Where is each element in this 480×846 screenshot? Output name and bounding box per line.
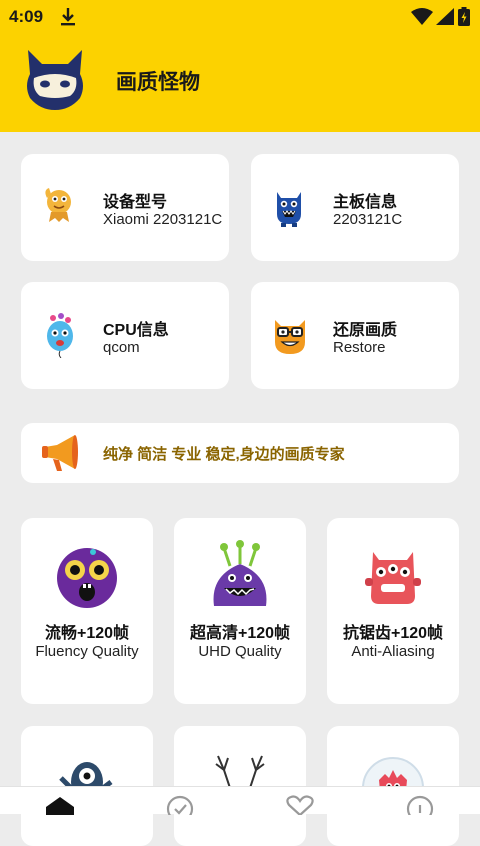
info-card-title: 还原画质 [333,322,398,339]
mode-title: 流畅+120帧 [44,625,130,642]
info-card-value: qcom [103,339,140,356]
red-three-eyed-monster-icon [359,540,427,615]
device-model-card[interactable]: 设备型号 Xiaomi 2203121C [21,154,229,261]
cpu-info-card[interactable]: CPU信息 qcom [21,282,229,389]
battery-icon [458,7,470,31]
slogan-text: 纯净 简洁 专业 稳定,身边的画质专家 [103,446,345,463]
info-card-value: 2203121C [333,211,403,228]
balloon-monster-icon [39,312,79,363]
monster-logo-icon [20,42,90,117]
status-bar: 4:09 [0,0,480,34]
nerd-monster-icon [269,312,311,361]
fluency-quality-card[interactable]: 流畅+120帧 Fluency Quality [21,518,153,704]
antenna-monster-icon [206,540,274,615]
bottom-navigation [0,786,480,823]
home-icon[interactable] [45,795,75,820]
info-card-value: Restore [333,339,386,356]
app-title: 画质怪物 [116,71,200,94]
app-header: 画质怪物 [0,34,480,132]
info-card-title: CPU信息 [103,322,169,339]
mode-subtitle: Anti-Aliasing [351,643,435,660]
info-icon[interactable] [405,795,435,823]
wifi-icon [411,8,433,30]
check-circle-icon[interactable] [165,795,195,823]
signal-icon [436,8,454,30]
blue-monster-icon [269,184,309,233]
info-card-title: 设备型号 [103,194,168,211]
info-card-title: 主板信息 [333,194,398,211]
dragon-monster-icon [39,184,79,229]
megaphone-icon [39,431,83,480]
download-icon [60,7,76,32]
mode-subtitle: Fluency Quality [35,643,139,660]
info-card-value: Xiaomi 2203121C [103,211,223,228]
anti-aliasing-card[interactable]: 抗锯齿+120帧 Anti-Aliasing [327,518,459,704]
mode-title: 抗锯齿+120帧 [342,625,444,642]
board-info-card[interactable]: 主板信息 2203121C [251,154,459,261]
status-time: 4:09 [9,7,44,26]
purple-blob-monster-icon [53,540,121,615]
slogan-banner: 纯净 简洁 专业 稳定,身边的画质专家 [21,423,459,483]
heart-icon[interactable] [285,795,315,820]
mode-title: 超高清+120帧 [189,625,291,642]
restore-quality-card[interactable]: 还原画质 Restore [251,282,459,389]
uhd-quality-card[interactable]: 超高清+120帧 UHD Quality [174,518,306,704]
mode-subtitle: UHD Quality [198,643,282,660]
